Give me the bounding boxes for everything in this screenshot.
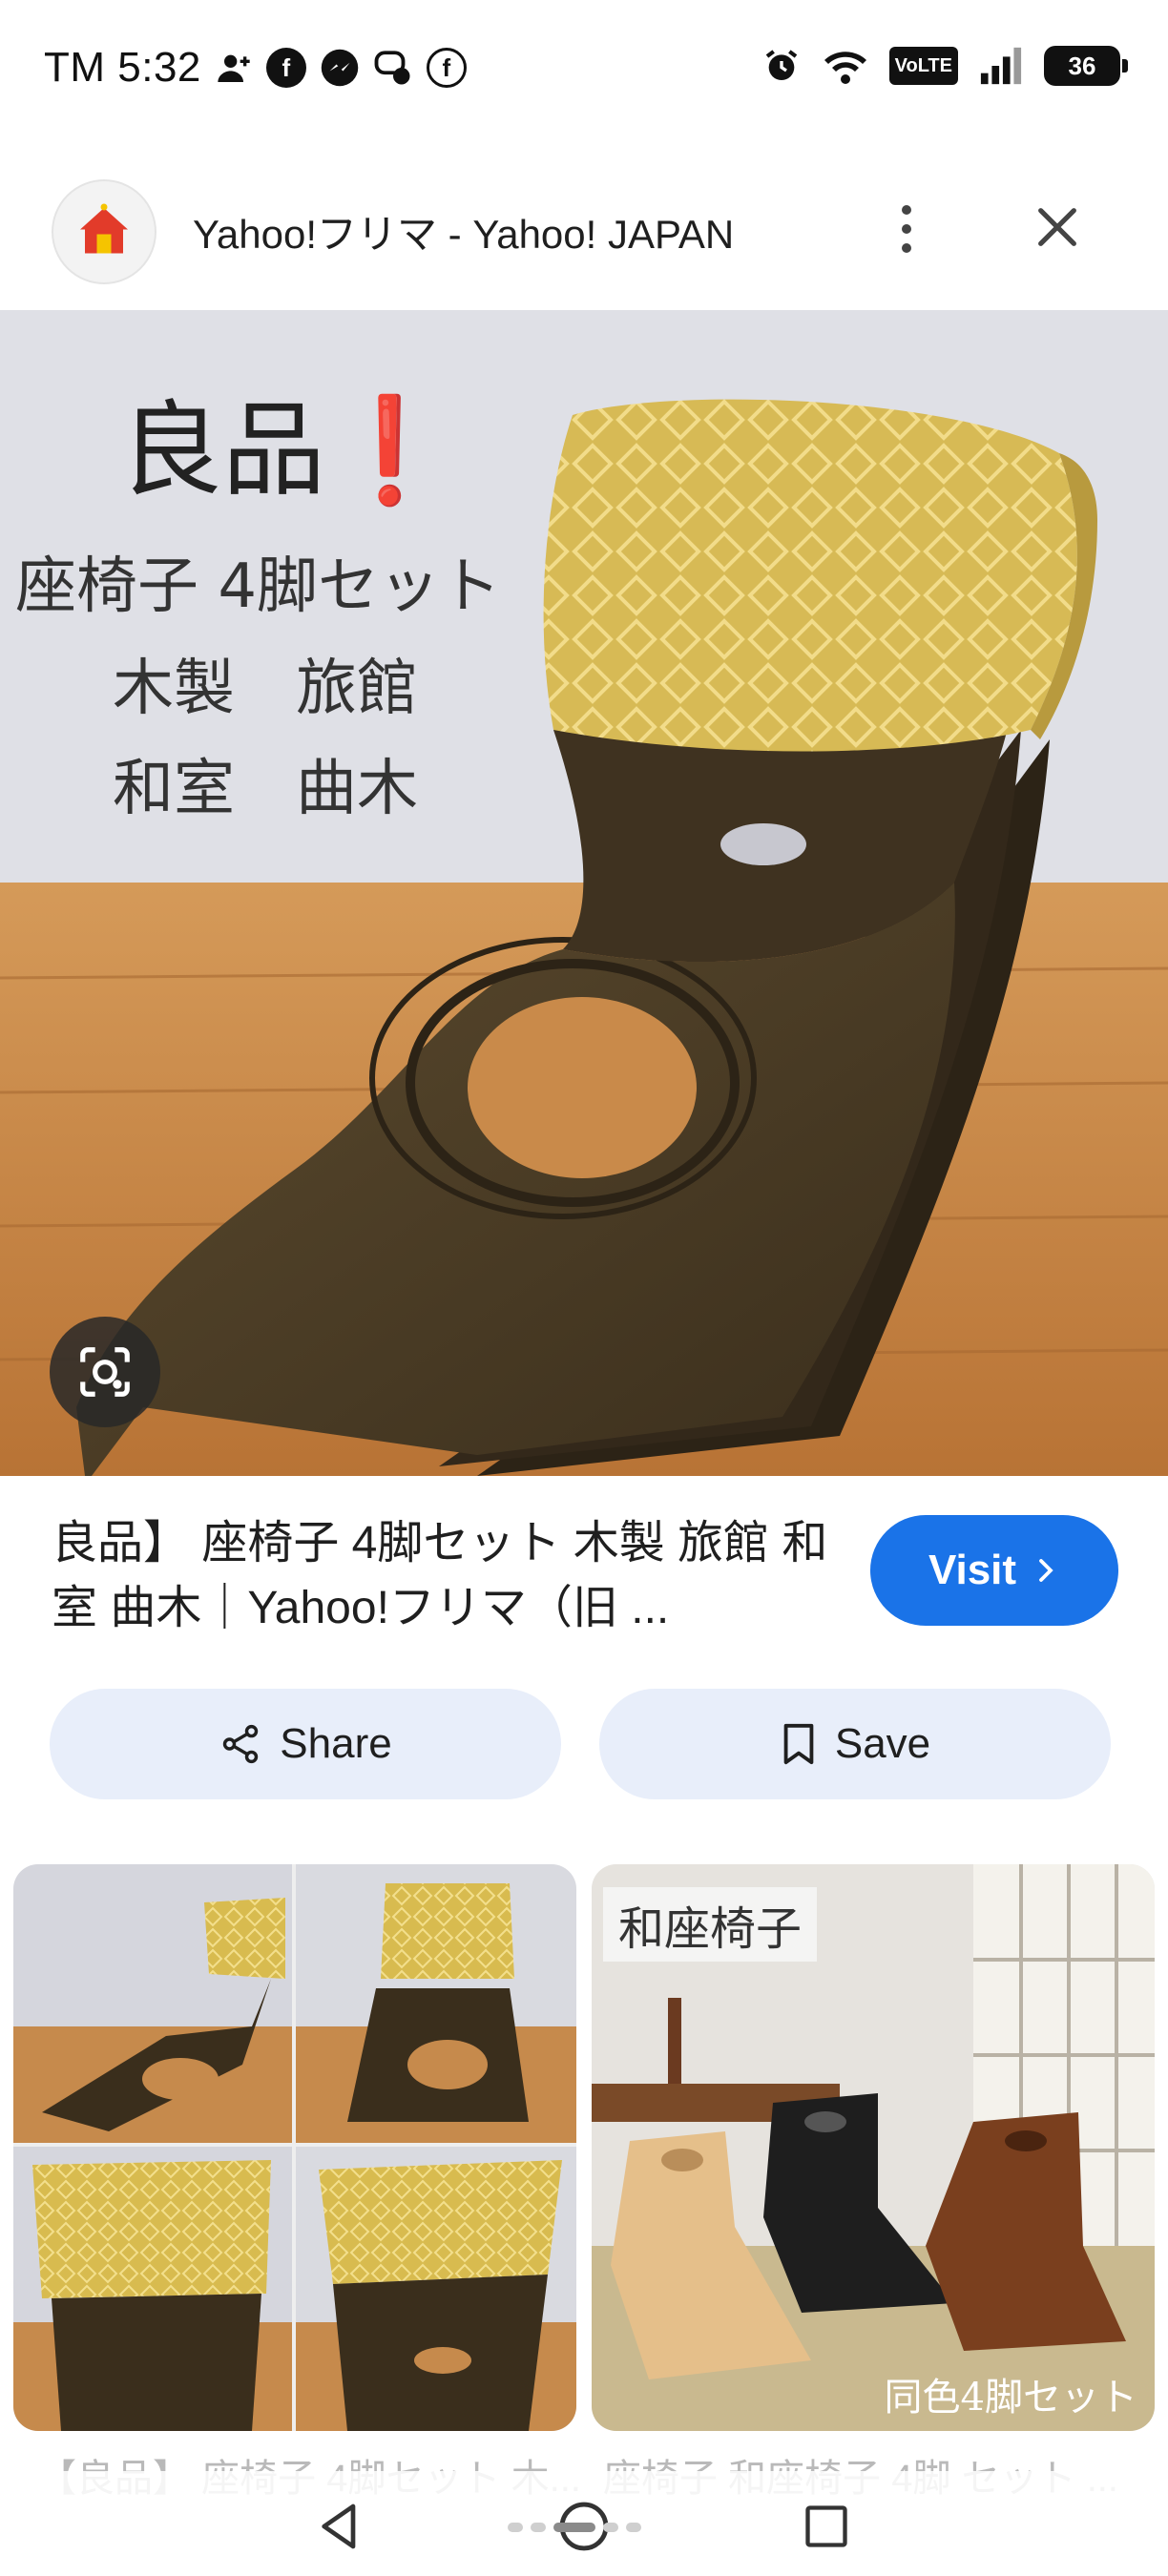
share-button[interactable]: Share [50,1689,561,1799]
visit-button[interactable]: Visit [870,1515,1118,1626]
related-image-1[interactable] [13,1864,576,2431]
facebook-icon: f [426,48,467,88]
site-title[interactable]: Yahoo!フリマ - Yahoo! JAPAN [193,202,734,260]
related-image-2[interactable]: 和座椅子 同色4脚セット [592,1864,1155,2431]
recents-icon[interactable] [788,2488,865,2565]
lens-icon [80,1347,130,1397]
exclaim-icon: ❗ [325,391,454,510]
headline-text: 良品 [119,391,326,510]
related-2-label: 和座椅子 [603,1887,818,1962]
more-vertical-icon[interactable] [878,191,935,267]
wifi-icon [824,52,866,84]
messenger-icon [321,49,359,87]
status-left: TM 5:32 f f [44,44,467,92]
facebook-icon: f [265,48,306,88]
close-icon[interactable] [1019,189,1095,265]
overlay-line-2: 木製 旅館 [113,654,418,724]
chat-icon [374,51,410,85]
overlay-line-1: 座椅子 4脚セット [15,551,502,622]
overlay-line-3: 和室 曲木 [113,754,418,824]
share-label: Share [280,1720,392,1767]
status-bar: TM 5:32 f f VoLTE 36 [0,0,1168,143]
person-add-icon [218,54,250,82]
related-2-bottom-label: 同色4脚セット [884,2376,1137,2420]
volte-icon: VoLTE [888,47,958,85]
result-title[interactable]: 良品】 座椅子 4脚セット 木製 旅館 和室 曲木｜Yahoo!フリマ（旧 ..… [52,1511,844,1645]
bookmark-icon [783,1723,814,1765]
related-photo-grid [13,1864,576,2431]
site-logo-icon [52,179,156,284]
status-right: VoLTE 36 [761,46,1128,86]
visit-label: Visit [928,1547,1017,1593]
main-image[interactable]: 良品❗ 座椅子 4脚セット 木製 旅館 和室 曲木 [0,310,1168,1476]
lens-button[interactable] [50,1317,160,1427]
share-icon [223,1724,259,1764]
overlay-headline: 良品❗ [119,367,454,516]
alarm-icon [765,50,797,80]
back-icon[interactable] [302,2488,378,2565]
save-label: Save [834,1720,931,1767]
source-header: Yahoo!フリマ - Yahoo! JAPAN [0,153,1168,305]
save-button[interactable]: Save [599,1689,1111,1799]
page-indicator [508,2523,641,2532]
status-time: TM 5:32 [44,44,201,91]
chevron-right-icon [1039,1559,1053,1582]
signal-icon [980,47,1022,85]
battery-icon: 36 [1044,46,1128,86]
